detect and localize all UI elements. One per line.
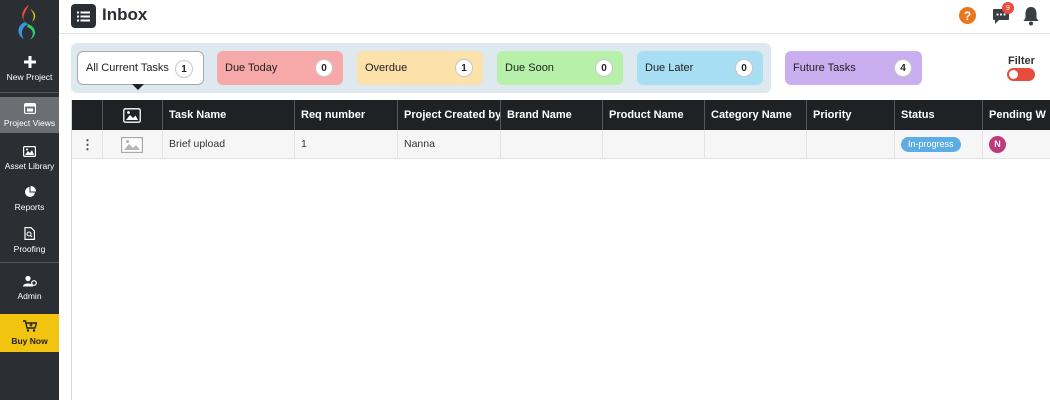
- sidebar-divider: [0, 92, 59, 93]
- sidebar-item-asset-library[interactable]: Asset Library: [0, 140, 59, 176]
- table-row[interactable]: ⋮ Brief upload 1 Nanna In-progress N: [72, 130, 1050, 159]
- proofing-icon: [24, 226, 35, 240]
- sidebar-item-project-views[interactable]: Project Views: [0, 97, 59, 133]
- card-overdue[interactable]: Overdue 1: [357, 51, 483, 85]
- sidebar-item-label: Buy Now: [11, 336, 48, 346]
- category-name-cell: [704, 130, 806, 159]
- sidebar-item-new-project[interactable]: New Project: [0, 50, 59, 88]
- column-header-req-number[interactable]: Req number: [294, 100, 397, 130]
- brand-name-cell: [500, 130, 602, 159]
- help-icon[interactable]: ?: [959, 7, 976, 24]
- sidebar-item-label: Reports: [14, 202, 45, 212]
- image-icon: [123, 108, 141, 123]
- product-name-cell: [602, 130, 704, 159]
- page-title: Inbox: [102, 5, 148, 24]
- card-future-tasks[interactable]: Future Tasks 4: [785, 51, 922, 85]
- image-icon: [23, 145, 36, 157]
- status-cell: In-progress: [894, 130, 982, 159]
- sidebar-item-buy-now[interactable]: Buy Now: [0, 314, 59, 352]
- card-label: Due Later: [645, 62, 694, 74]
- req-number-cell: 1: [294, 130, 397, 159]
- priority-cell: [806, 130, 894, 159]
- card-count: 1: [455, 59, 473, 77]
- project-views-icon: [23, 102, 36, 114]
- task-table: Task Name Req number Project Created by …: [71, 100, 1050, 400]
- card-count: 0: [735, 59, 753, 77]
- list-menu-icon: [77, 11, 90, 21]
- row-actions-cell: ⋮: [72, 130, 102, 159]
- created-by-cell: Nanna: [397, 130, 500, 159]
- table-header: Task Name Req number Project Created by …: [72, 100, 1050, 130]
- kebab-menu-icon[interactable]: ⋮: [81, 137, 94, 152]
- sidebar-item-reports[interactable]: Reports: [0, 181, 59, 217]
- card-due-today[interactable]: Due Today 0: [217, 51, 343, 85]
- card-count: 0: [595, 59, 613, 77]
- plus-icon: [23, 56, 36, 68]
- thumbnail-cell: [102, 130, 162, 159]
- top-header: Inbox ? 9: [59, 0, 1050, 34]
- card-label: Due Today: [225, 62, 278, 74]
- column-header-brand-name[interactable]: Brand Name: [500, 100, 602, 130]
- avatar[interactable]: N: [989, 136, 1006, 153]
- sidebar-item-label: Proofing: [13, 243, 46, 254]
- cart-icon: [22, 320, 37, 332]
- column-header-category-name[interactable]: Category Name: [704, 100, 806, 130]
- sidebar-item-proofing[interactable]: Proofing: [0, 222, 59, 258]
- admin-users-icon: [22, 275, 37, 287]
- pending-cell: N: [982, 130, 1050, 159]
- selected-card-pointer: [132, 84, 144, 90]
- sidebar-item-label: Project Views: [3, 117, 56, 128]
- status-badge: In-progress: [901, 137, 961, 152]
- card-label: Overdue: [365, 62, 408, 74]
- pie-chart-icon: [24, 186, 36, 197]
- card-label: All Current Tasks: [86, 62, 169, 74]
- column-header-status[interactable]: Status: [894, 100, 982, 130]
- column-header-pending[interactable]: Pending W: [982, 100, 1050, 130]
- column-header-task-name[interactable]: Task Name: [162, 100, 294, 130]
- card-due-soon[interactable]: Due Soon 0: [497, 51, 623, 85]
- card-all-current-tasks[interactable]: All Current Tasks 1: [77, 51, 204, 85]
- chat-badge: 9: [1002, 2, 1014, 14]
- column-header-product-name[interactable]: Product Name: [602, 100, 704, 130]
- filter-toggle[interactable]: [1007, 68, 1035, 81]
- app-logo-icon[interactable]: [12, 3, 46, 41]
- sidebar-item-label: Admin: [17, 291, 42, 301]
- card-count: 4: [894, 59, 912, 77]
- column-header-priority[interactable]: Priority: [806, 100, 894, 130]
- card-label: Future Tasks: [793, 62, 856, 74]
- image-placeholder-icon[interactable]: [121, 137, 143, 153]
- sidebar-divider: [0, 262, 59, 263]
- sidebar-item-label: Asset Library: [4, 160, 55, 171]
- column-header-actions: [72, 100, 102, 130]
- sidebar-item-admin[interactable]: Admin: [0, 270, 59, 306]
- column-header-project-created-by[interactable]: Project Created by: [397, 100, 500, 130]
- card-count: 0: [315, 59, 333, 77]
- menu-toggle-button[interactable]: [71, 4, 96, 28]
- task-name-cell[interactable]: Brief upload: [162, 130, 294, 159]
- card-count: 1: [175, 60, 193, 78]
- column-header-thumbnail: [102, 100, 162, 130]
- sidebar: New Project Project Views Asset Library …: [0, 0, 59, 400]
- filter-label: Filter: [1008, 55, 1035, 67]
- sidebar-item-label: New Project: [6, 72, 53, 82]
- bell-icon[interactable]: [1022, 6, 1040, 26]
- card-due-later[interactable]: Due Later 0: [637, 51, 763, 85]
- card-label: Due Soon: [505, 62, 554, 74]
- toggle-knob: [1009, 70, 1018, 79]
